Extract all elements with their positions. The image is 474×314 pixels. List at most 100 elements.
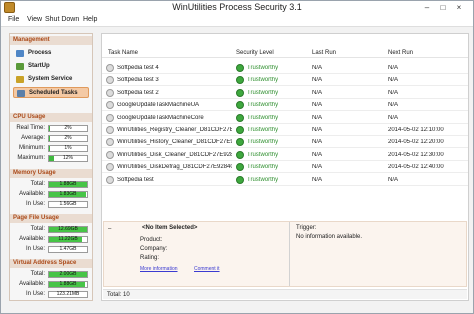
next-run: N/A xyxy=(388,102,399,109)
next-run: 2014-05-02 12:10:00 xyxy=(388,127,444,133)
task-icon xyxy=(106,64,114,72)
task-icon xyxy=(106,138,114,147)
table-row[interactable]: WinUtilities_Registry_Cleaner_D81CDF27E9… xyxy=(102,124,468,136)
next-run: 2014-05-02 12:20:00 xyxy=(388,139,444,146)
sidebar-item-process[interactable]: Process xyxy=(13,48,89,59)
security-level: Trustworthy xyxy=(247,176,279,183)
management-header: Management xyxy=(10,36,92,45)
column-security-level[interactable]: Security Level xyxy=(236,50,274,56)
virtual-in-use-meter: 123.21MB xyxy=(48,291,88,298)
process-icon xyxy=(16,50,24,57)
service-icon xyxy=(16,76,24,83)
table-row[interactable]: WinUtilities_History_Cleaner_D81CDF27E92… xyxy=(102,136,468,149)
trust-icon xyxy=(236,175,244,184)
next-run: 2014-05-02 12:40:00 xyxy=(388,164,444,171)
table-row[interactable]: Softpedia test Trustworthy N/A N/A xyxy=(102,174,468,186)
task-name: Softpedia test 4 xyxy=(117,65,159,71)
table-row[interactable]: Softpedia test 4 Trustworthy N/A N/A xyxy=(102,62,468,74)
task-icon xyxy=(106,113,114,122)
main-panel: Task Name Security Level Last Run Next R… xyxy=(101,33,469,301)
virtual-address-space-header: Virtual Address Space xyxy=(10,259,92,268)
cpu-usage-header: CPU Usage xyxy=(10,113,92,122)
table-row[interactable]: GoogleUpdateTaskMachineUA Trustworthy N/A N… xyxy=(102,99,468,112)
task-name: WinUtilities_DiskDefrag_D81CDF27E928401 xyxy=(117,164,232,171)
table-row[interactable]: GoogleUpdateTaskMachineCore Trustworthy N/… xyxy=(102,112,468,124)
virtual-available-label: Available: xyxy=(19,281,45,287)
product-label: Product: xyxy=(140,237,163,243)
task-name: Softpedia test 3 xyxy=(117,77,159,84)
minimize-button[interactable]: – xyxy=(421,3,433,13)
sidebar-item-scheduled-tasks[interactable]: Scheduled Tasks xyxy=(13,87,89,98)
last-run: N/A xyxy=(312,151,323,158)
table-header: Task Name Security Level Last Run Next R… xyxy=(102,48,468,58)
next-run: 2014-05-02 12:30:00 xyxy=(388,151,444,158)
cpu-minimum-meter: 1% xyxy=(48,145,88,152)
more-information-link[interactable]: More information xyxy=(140,266,178,272)
memory-in-use-label: In Use: xyxy=(25,201,45,207)
virtual-in-use-label: In Use: xyxy=(25,291,45,297)
pagefile-available-label: Available: xyxy=(19,236,45,242)
scheduled-tasks-icon xyxy=(17,90,25,97)
title-bar[interactable]: WinUtilities Process Security 3.1 – □ × xyxy=(1,1,473,15)
sidebar-item-system-service[interactable]: System Service xyxy=(13,74,89,85)
table-row[interactable]: Softpedia test 2 Trustworthy N/A N/A xyxy=(102,87,468,99)
column-task-name[interactable]: Task Name xyxy=(108,50,138,56)
task-icon xyxy=(106,88,114,97)
task-icon xyxy=(106,126,114,134)
collapse-icon[interactable]: – xyxy=(108,226,111,232)
last-run: N/A xyxy=(312,65,323,71)
close-button[interactable]: × xyxy=(453,3,465,13)
virtual-available-meter: 1.88GB xyxy=(48,281,88,288)
menu-bar: File View Shut Down Help xyxy=(1,15,473,27)
security-level: Trustworthy xyxy=(247,102,279,109)
table-row[interactable]: WinUtilities_Disk_Cleaner_D81CDF27E92840… xyxy=(102,149,468,161)
maximize-button[interactable]: □ xyxy=(437,3,449,13)
no-item-selected: <No Item Selected> xyxy=(142,225,198,231)
comment-it-link[interactable]: Comment it xyxy=(194,266,220,272)
virtual-total-label: Total: xyxy=(30,271,45,277)
column-last-run[interactable]: Last Run xyxy=(312,50,336,56)
trust-icon xyxy=(236,88,244,97)
security-level: Trustworthy xyxy=(247,164,279,171)
last-run: N/A xyxy=(312,127,323,133)
task-icon xyxy=(106,76,114,85)
task-icon xyxy=(106,163,114,172)
last-run: N/A xyxy=(312,77,323,84)
trigger-value: No information available. xyxy=(296,234,363,240)
task-name: Softpedia test 2 xyxy=(117,89,159,96)
task-icon xyxy=(106,175,114,184)
trust-icon xyxy=(236,138,244,147)
memory-total-meter: 1.88GB xyxy=(48,181,88,188)
sidebar: Management Process StartUp System Servic… xyxy=(9,33,93,301)
security-level: Trustworthy xyxy=(247,65,279,71)
company-label: Company: xyxy=(140,246,168,252)
task-name: GoogleUpdateTaskMachineCore xyxy=(117,114,204,121)
pagefile-in-use-meter: 1.47GB xyxy=(48,246,88,253)
cpu-average-meter: 2% xyxy=(48,135,88,142)
next-run: N/A xyxy=(388,89,399,96)
details-panel: – <No Item Selected> Product: Company: R… xyxy=(103,221,467,287)
memory-total-label: Total: xyxy=(30,181,45,187)
startup-icon xyxy=(16,63,24,70)
menu-shut-down[interactable]: Shut Down xyxy=(45,16,79,23)
last-run: N/A xyxy=(312,176,323,183)
total-count: Total: 10 xyxy=(107,292,130,298)
rating-label: Rating: xyxy=(140,255,160,261)
trust-icon xyxy=(236,64,244,72)
item-info: – <No Item Selected> Product: Company: R… xyxy=(104,222,290,286)
memory-available-label: Available: xyxy=(19,191,45,197)
menu-view[interactable]: View xyxy=(27,16,42,23)
menu-help[interactable]: Help xyxy=(83,16,97,23)
column-next-run[interactable]: Next Run xyxy=(388,50,413,56)
table-row[interactable]: Softpedia test 3 Trustworthy N/A N/A xyxy=(102,74,468,87)
trust-icon xyxy=(236,101,244,110)
sidebar-item-label: Process xyxy=(28,50,52,56)
table-row[interactable]: WinUtilities_DiskDefrag_D81CDF27E928401 T… xyxy=(102,161,468,174)
window-title: WinUtilities Process Security 3.1 xyxy=(172,2,302,12)
sidebar-item-label: Scheduled Tasks xyxy=(29,90,78,96)
sidebar-item-startup[interactable]: StartUp xyxy=(13,61,89,72)
menu-file[interactable]: File xyxy=(8,16,19,23)
security-level: Trustworthy xyxy=(247,151,279,158)
next-run: N/A xyxy=(388,176,399,183)
pagefile-available-meter: 11.22GB xyxy=(48,236,88,243)
